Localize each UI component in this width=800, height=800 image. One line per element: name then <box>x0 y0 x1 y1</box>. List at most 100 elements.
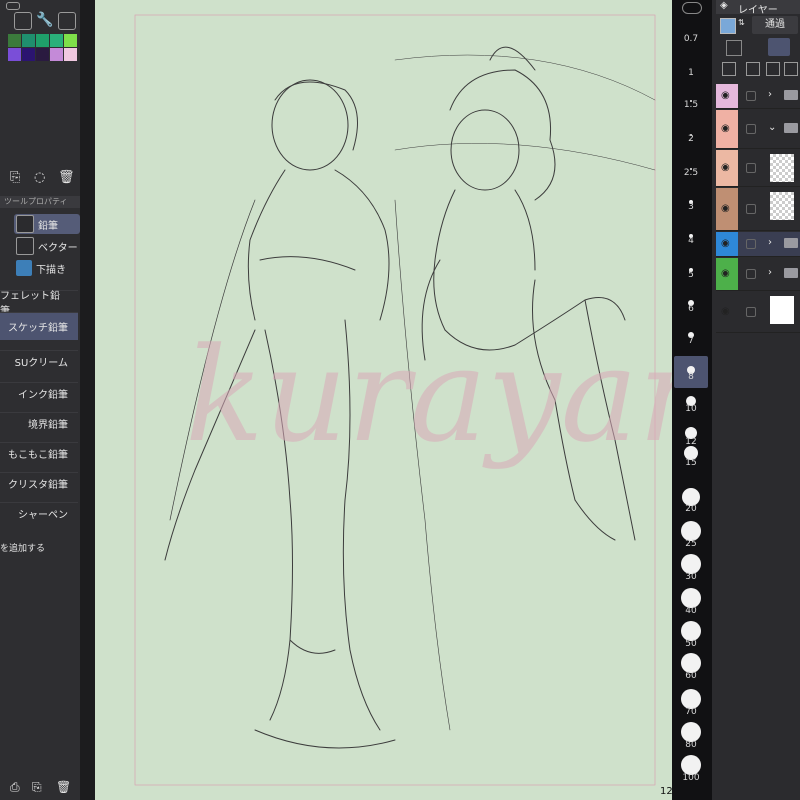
eye-icon[interactable]: ◉ <box>721 268 730 279</box>
color-swatch[interactable] <box>50 34 63 47</box>
delete-icon[interactable]: 🗑 <box>58 170 75 185</box>
chevron-right-icon[interactable]: › <box>768 89 772 100</box>
duplicate-icon[interactable]: ⎘ <box>32 780 42 795</box>
chevron-updown-icon[interactable]: ⇅ <box>738 18 748 32</box>
layer-row[interactable]: ◉ › <box>716 232 800 257</box>
tool-vector[interactable]: ベクター <box>14 236 80 256</box>
tool-pencil[interactable]: 鉛筆 <box>14 214 80 234</box>
duplicate-icon[interactable]: ⎘ <box>10 170 20 185</box>
color-swatch[interactable] <box>64 48 77 61</box>
watermark: kurayan <box>185 319 672 471</box>
brush-size-option[interactable]: 7 <box>672 336 710 346</box>
subtool-item[interactable]: フェレット鉛筆 <box>0 290 78 317</box>
layer-lock-checkbox[interactable] <box>746 307 756 317</box>
wrench-icon[interactable]: 🔧 <box>36 12 53 28</box>
layer-thumbnail <box>770 192 794 220</box>
blend-mode-select[interactable]: 通過 <box>752 16 798 34</box>
brush-size-option[interactable]: 70 <box>672 707 710 717</box>
layer-lock-checkbox[interactable] <box>746 124 756 134</box>
brush-size-option[interactable]: 1.5 <box>672 100 710 110</box>
tool-sketch[interactable]: 下描き <box>14 258 80 278</box>
reference-layer-icon[interactable] <box>768 38 790 56</box>
layer-row[interactable]: ◉ › <box>716 258 800 291</box>
brush-size-option[interactable]: 20 <box>672 504 710 514</box>
color-swatch[interactable] <box>36 48 49 61</box>
color-swatch[interactable] <box>8 48 21 61</box>
new-layer-icon[interactable] <box>722 62 736 76</box>
eye-icon[interactable]: ◉ <box>721 90 730 101</box>
layer-settings-icon[interactable] <box>14 12 32 30</box>
mask-icon[interactable] <box>766 62 780 76</box>
subtool-item[interactable]: もこもこ鉛筆 <box>0 442 78 464</box>
canvas-area[interactable]: kurayan 12 <box>80 0 672 800</box>
brush-size-option[interactable]: 50 <box>672 639 710 649</box>
color-swatch[interactable] <box>64 34 77 47</box>
brush-size-dot <box>681 521 701 541</box>
paper-thumbnail <box>770 296 794 324</box>
toggle-icon[interactable] <box>682 2 702 14</box>
brush-size-option[interactable]: 5 <box>672 270 710 280</box>
sketch-drawing: kurayan <box>134 14 672 786</box>
chevron-right-icon[interactable]: › <box>768 267 772 278</box>
layer-color-icon[interactable] <box>720 18 736 34</box>
chevron-right-icon[interactable]: › <box>768 237 772 248</box>
new-subtool-icon[interactable]: ⎙ <box>10 780 20 795</box>
eye-icon[interactable]: ◉ <box>721 238 730 249</box>
brush-size-option[interactable]: 30 <box>672 572 710 582</box>
clear-icon[interactable]: ◌ <box>34 170 45 185</box>
layer-lock-checkbox[interactable] <box>746 163 756 173</box>
brush-size-option[interactable]: 80 <box>672 740 710 750</box>
folder-icon[interactable] <box>784 62 798 76</box>
layer-lock-checkbox[interactable] <box>746 269 756 279</box>
layer-lock-checkbox[interactable] <box>746 239 756 249</box>
brush-size-option[interactable]: 60 <box>672 671 710 681</box>
eye-icon[interactable]: ◉ <box>721 306 730 317</box>
layer-lock-checkbox[interactable] <box>746 204 756 214</box>
brush-size-option[interactable]: 2.5 <box>672 168 710 178</box>
subtool-item[interactable]: SUクリーム <box>0 350 78 372</box>
color-swatch[interactable] <box>36 34 49 47</box>
brush-size-option[interactable]: 1 <box>672 68 710 78</box>
color-swatch[interactable] <box>22 48 35 61</box>
layer-row[interactable]: ◉ <box>716 150 800 187</box>
canvas-paper[interactable]: kurayan 12 <box>95 0 672 800</box>
layer-row[interactable]: ◉ › <box>716 84 800 109</box>
color-swatch[interactable] <box>22 34 35 47</box>
eye-icon[interactable]: ◉ <box>721 123 730 134</box>
add-subtool-button[interactable]: を追加する <box>0 541 45 554</box>
new-vector-layer-icon[interactable] <box>746 62 760 76</box>
layer-panel-header: ◈ レイヤー <box>716 0 800 16</box>
brush-size-option[interactable]: 100 <box>672 773 710 783</box>
sketch-icon <box>16 260 32 276</box>
brush-size-option[interactable]: 10 <box>672 404 710 414</box>
color-swatch[interactable] <box>50 48 63 61</box>
layer-lock-checkbox[interactable] <box>746 91 756 101</box>
brush-size-dot <box>681 588 701 608</box>
brush-size-option[interactable]: 25 <box>672 539 710 549</box>
brush-size-option[interactable]: 40 <box>672 606 710 616</box>
brush-size-option[interactable]: 2 <box>672 134 710 144</box>
brush-size-option[interactable]: 6 <box>672 304 710 314</box>
brush-size-option[interactable]: 8 <box>672 372 710 382</box>
export-icon[interactable] <box>58 12 76 30</box>
layer-row[interactable]: ◉ <box>716 292 800 333</box>
subtool-item[interactable]: クリスタ鉛筆 <box>0 472 78 494</box>
subtool-item[interactable]: スケッチ鉛筆 <box>0 312 78 340</box>
tool-property-header: ツールプロパティ <box>0 196 80 208</box>
subtool-item[interactable]: シャーペン <box>0 502 78 524</box>
delete-icon[interactable]: 🗑 <box>56 780 71 794</box>
layer-row[interactable]: ◉ <box>716 188 800 231</box>
brush-size-option[interactable]: 0.7 <box>672 34 710 44</box>
brush-size-option[interactable]: 3 <box>672 202 710 212</box>
chevron-down-icon[interactable]: ⌄ <box>768 122 776 133</box>
subtool-item[interactable]: 境界鉛筆 <box>0 412 78 434</box>
eye-icon[interactable]: ◉ <box>721 203 730 214</box>
menu-icon[interactable] <box>6 2 20 10</box>
layer-row[interactable]: ◉ ⌄ <box>716 110 800 149</box>
lock-icon[interactable] <box>726 40 742 56</box>
brush-size-option[interactable]: 4 <box>672 236 710 246</box>
color-swatch[interactable] <box>8 34 21 47</box>
eye-icon[interactable]: ◉ <box>721 162 730 173</box>
subtool-item[interactable]: インク鉛筆 <box>0 382 78 404</box>
brush-size-option[interactable]: 15 <box>672 458 710 468</box>
